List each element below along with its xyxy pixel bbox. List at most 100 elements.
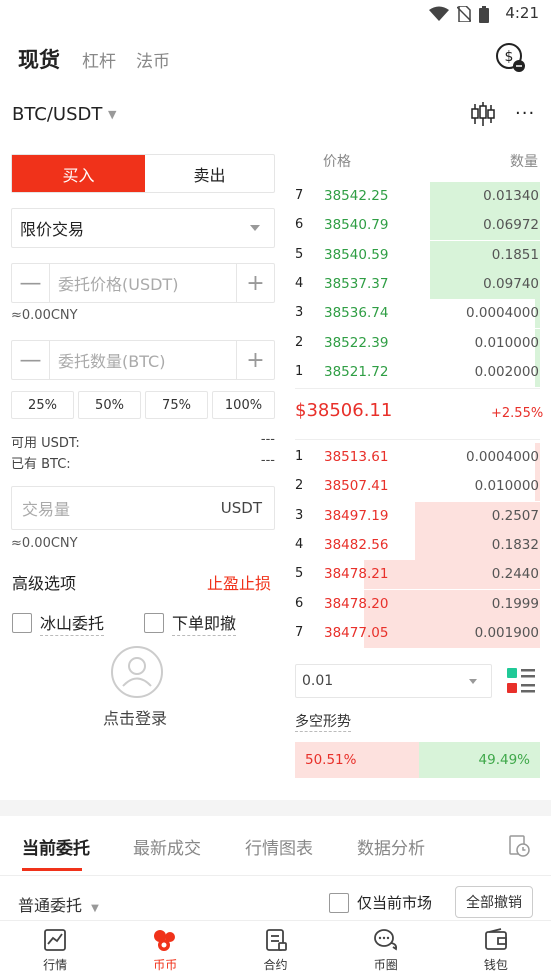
coins-icon bbox=[154, 929, 176, 951]
wallet-icon bbox=[485, 927, 507, 950]
row-index: 4 bbox=[295, 275, 304, 291]
bid-row[interactable]: 1 38513.61 0.0004000 bbox=[295, 443, 540, 472]
bid-row[interactable]: 7 38477.05 0.001900 bbox=[295, 618, 540, 648]
pct-25-button[interactable]: 25% bbox=[11, 391, 74, 419]
depth-precision-select[interactable]: 0.01 bbox=[295, 664, 492, 698]
row-index: 5 bbox=[295, 566, 304, 582]
nav-contract[interactable]: 合约 bbox=[220, 921, 330, 979]
pct-100-button[interactable]: 100% bbox=[212, 391, 275, 419]
tab-spot[interactable]: 现货 bbox=[18, 44, 60, 74]
ask-row[interactable]: 4 38537.37 0.09740 bbox=[295, 269, 540, 299]
row-qty: 0.1999 bbox=[491, 595, 539, 612]
bid-row[interactable]: 2 38507.41 0.010000 bbox=[295, 472, 540, 502]
volume-input[interactable]: 交易量 USDT bbox=[11, 486, 275, 530]
row-qty: 0.09740 bbox=[483, 275, 539, 292]
bid-row[interactable]: 6 38478.20 0.1999 bbox=[295, 589, 540, 619]
row-qty: 0.2507 bbox=[491, 507, 539, 524]
ask-row[interactable]: 7 38542.25 0.01340 bbox=[295, 182, 540, 211]
user-avatar-icon[interactable] bbox=[110, 645, 164, 699]
sell-tab[interactable]: 卖出 bbox=[145, 155, 274, 192]
available-value: --- bbox=[260, 432, 275, 447]
row-price: 38522.39 bbox=[324, 334, 389, 351]
more-icon[interactable]: ··· bbox=[515, 103, 535, 124]
tab-data-analysis[interactable]: 数据分析 bbox=[357, 834, 425, 859]
row-qty: 0.1832 bbox=[491, 536, 539, 553]
caret-down-icon bbox=[250, 225, 260, 231]
row-price: 38482.56 bbox=[324, 536, 389, 553]
nav-community-label: 币圈 bbox=[373, 957, 398, 972]
no-sim-icon bbox=[457, 6, 471, 22]
login-link[interactable]: 点击登录 bbox=[103, 705, 167, 729]
svg-text:$: $ bbox=[505, 49, 514, 65]
available-row: 可用 USDT: --- bbox=[11, 432, 275, 451]
depth-layout-icon[interactable] bbox=[506, 667, 536, 695]
row-qty: 0.0004000 bbox=[465, 449, 539, 465]
order-type-select[interactable]: 限价交易 bbox=[11, 208, 275, 248]
tab-current-orders[interactable]: 当前委托 bbox=[22, 834, 90, 859]
bid-row[interactable]: 4 38482.56 0.1832 bbox=[295, 530, 540, 560]
tab-market-chart[interactable]: 行情图表 bbox=[245, 834, 313, 859]
tab-margin[interactable]: 杠杆 bbox=[82, 47, 116, 72]
ask-row[interactable]: 3 38536.74 0.0004000 bbox=[295, 299, 540, 329]
ask-row[interactable]: 6 38540.79 0.06972 bbox=[295, 211, 540, 241]
tab-fiat[interactable]: 法币 bbox=[136, 47, 170, 72]
pct-75-button[interactable]: 75% bbox=[145, 391, 208, 419]
qty-header: 数量 bbox=[510, 154, 538, 170]
long-pct: 50.51% bbox=[305, 752, 357, 768]
ioc-checkbox[interactable]: 下单即撤 bbox=[144, 610, 237, 636]
row-index: 5 bbox=[295, 246, 304, 262]
nav-spot[interactable]: 币币 bbox=[110, 921, 220, 979]
plus-icon[interactable]: + bbox=[237, 341, 274, 379]
price-input[interactable]: 委托价格(USDT) bbox=[49, 264, 237, 302]
nav-market-label: 行情 bbox=[43, 957, 68, 972]
bid-row[interactable]: 3 38497.19 0.2507 bbox=[295, 501, 540, 531]
row-price: 38536.74 bbox=[324, 305, 389, 322]
status-time: 4:21 bbox=[505, 4, 539, 22]
last-price: $38506.11 bbox=[295, 400, 393, 421]
wifi-icon bbox=[429, 6, 449, 21]
row-index: 1 bbox=[295, 449, 304, 464]
amount-input[interactable]: 委托数量(BTC) bbox=[49, 341, 237, 379]
current-market-checkbox[interactable]: 仅当前市场 bbox=[329, 892, 432, 913]
nav-wallet[interactable]: 钱包 bbox=[441, 921, 551, 979]
volume-placeholder: 交易量 bbox=[22, 500, 71, 519]
pair-selector[interactable]: BTC/USDT bbox=[12, 104, 102, 125]
section-divider bbox=[0, 800, 551, 816]
checkbox-icon bbox=[329, 892, 349, 913]
tab-latest-trades[interactable]: 最新成交 bbox=[133, 834, 201, 859]
chat-icon bbox=[373, 928, 397, 950]
chevron-down-icon[interactable]: ▼ bbox=[108, 108, 116, 121]
iceberg-checkbox[interactable]: 冰山委托 bbox=[12, 610, 105, 636]
short-pct: 49.49% bbox=[478, 752, 530, 768]
current-market-label: 仅当前市场 bbox=[357, 894, 433, 912]
status-icons bbox=[429, 6, 489, 23]
nav-market[interactable]: 行情 bbox=[0, 921, 110, 979]
candlestick-icon[interactable] bbox=[470, 101, 496, 127]
buy-sell-toggle: 买入 卖出 bbox=[11, 154, 275, 193]
ask-row[interactable]: 2 38522.39 0.010000 bbox=[295, 328, 540, 358]
order-filter-select[interactable]: 普通委托 ▼ bbox=[18, 892, 99, 916]
nav-contract-label: 合约 bbox=[263, 957, 288, 972]
order-history-icon[interactable] bbox=[507, 834, 531, 858]
buy-tab[interactable]: 买入 bbox=[12, 155, 145, 192]
iceberg-label: 冰山委托 bbox=[40, 610, 105, 636]
divider bbox=[295, 439, 540, 440]
pct-50-button[interactable]: 50% bbox=[78, 391, 141, 419]
ask-row[interactable]: 1 38521.72 0.002000 bbox=[295, 357, 540, 387]
row-index: 6 bbox=[295, 595, 304, 611]
row-price: 38513.61 bbox=[324, 449, 389, 465]
currency-exchange-icon[interactable]: $ bbox=[495, 42, 527, 74]
minus-icon[interactable]: — bbox=[12, 341, 49, 379]
ask-row[interactable]: 5 38540.59 0.1851 bbox=[295, 240, 540, 270]
nav-community[interactable]: 币圈 bbox=[331, 921, 441, 979]
plus-icon[interactable]: + bbox=[237, 264, 274, 302]
cancel-all-button[interactable]: 全部撤销 bbox=[455, 886, 533, 918]
nav-wallet-label: 钱包 bbox=[483, 957, 508, 972]
price-header: 价格 bbox=[323, 154, 351, 170]
stop-profit-loss-link[interactable]: 止盈止损 bbox=[207, 570, 271, 594]
divider bbox=[0, 875, 551, 876]
row-qty: 0.01340 bbox=[483, 188, 539, 204]
bid-row[interactable]: 5 38478.21 0.2440 bbox=[295, 560, 540, 590]
row-price: 38540.59 bbox=[324, 246, 389, 263]
minus-icon[interactable]: — bbox=[12, 264, 49, 302]
